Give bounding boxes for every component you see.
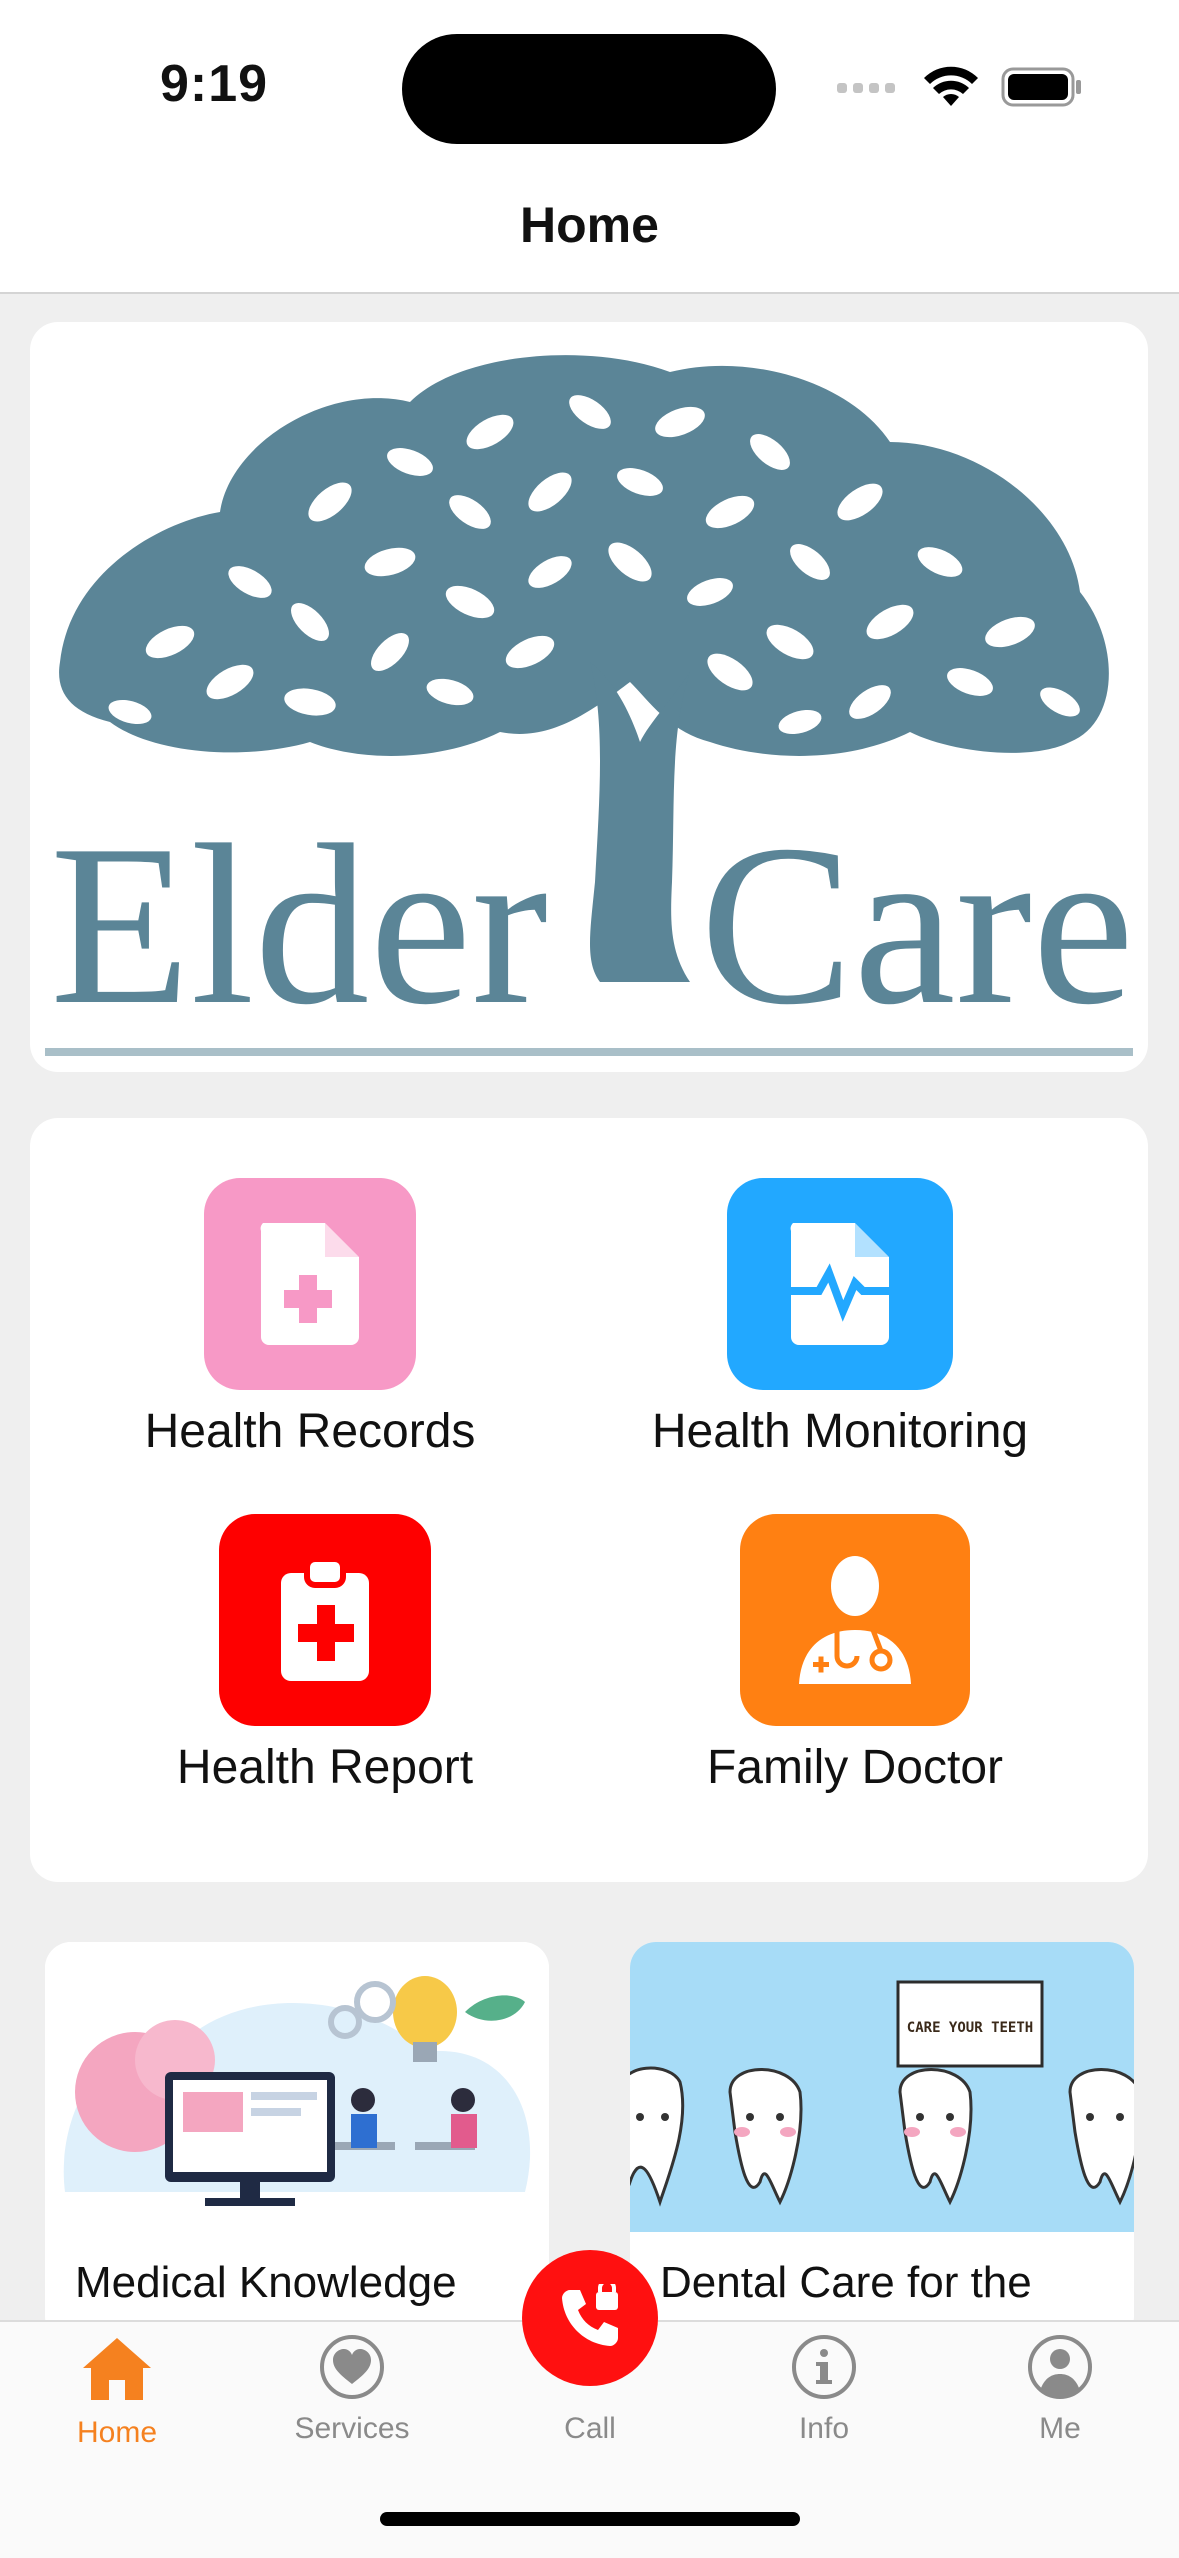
health-monitoring-icon-box (727, 1178, 953, 1390)
battery-icon (1001, 67, 1081, 107)
family-doctor-label: Family Doctor (706, 1741, 1004, 1794)
top-bar: 9:19 Home (0, 0, 1179, 294)
article-card[interactable]: Medical Knowledge (45, 1942, 549, 2342)
document-plus-icon (260, 1223, 359, 1345)
health-records-icon-box (204, 1178, 416, 1390)
tab-services-label: Services (294, 2412, 410, 2445)
home-indicator (380, 2512, 800, 2526)
tab-call-label: Call (564, 2412, 616, 2445)
tab-me-label: Me (1039, 2412, 1081, 2445)
page-title: Home (520, 197, 659, 253)
family-doctor-tile[interactable]: Family Doctor (575, 1514, 1135, 1795)
dynamic-island (402, 34, 776, 144)
health-monitoring-label: Health Monitoring (651, 1405, 1029, 1458)
signal-icon (837, 83, 895, 93)
health-report-label: Health Report (176, 1741, 474, 1794)
home-icon (83, 2338, 151, 2400)
services-grid: Health Records Health Monitoring Health … (30, 1118, 1148, 1882)
health-report-icon-box (219, 1514, 431, 1726)
health-records-label: Health Records (144, 1405, 476, 1458)
logo-text-left: Elder (50, 797, 548, 1052)
article-card[interactable]: CARE YOUR TEETH Dental Care for the (630, 1942, 1134, 2342)
doctor-icon (799, 1556, 911, 1684)
elder-care-logo-card: Elder Care (30, 322, 1148, 1072)
article-title: Medical Knowledge (75, 2258, 457, 2307)
tab-home[interactable]: Home (17, 2334, 217, 2450)
person-icon (1028, 2335, 1092, 2399)
wifi-icon (924, 66, 978, 106)
status-icons (837, 60, 1083, 114)
article-title: Dental Care for the (660, 2258, 1032, 2307)
status-time: 9:19 (160, 55, 269, 113)
tab-me[interactable]: Me (960, 2334, 1160, 2446)
family-doctor-icon-box (740, 1514, 970, 1726)
care-your-teeth-sign: CARE YOUR TEETH (907, 2020, 1033, 2036)
health-report-tile[interactable]: Health Report (45, 1514, 605, 1795)
dental-care-illustration: CARE YOUR TEETH (630, 1942, 1134, 2232)
info-icon (792, 2335, 856, 2399)
elder-care-logo: Elder Care (45, 355, 1134, 1056)
tab-info[interactable]: Info (724, 2334, 924, 2446)
heart-icon (320, 2335, 384, 2399)
medical-knowledge-illustration (45, 1942, 549, 2232)
document-pulse-icon (785, 1223, 895, 1345)
clipboard-cross-icon (281, 1556, 369, 1681)
logo-text-right: Care (700, 797, 1134, 1052)
tab-info-label: Info (798, 2412, 850, 2445)
health-records-tile[interactable]: Health Records (30, 1178, 590, 1459)
tab-call[interactable]: Call (490, 2334, 690, 2446)
tab-home-label: Home (76, 2416, 158, 2449)
health-monitoring-tile[interactable]: Health Monitoring (560, 1178, 1120, 1459)
tab-services[interactable]: Services (252, 2334, 452, 2446)
